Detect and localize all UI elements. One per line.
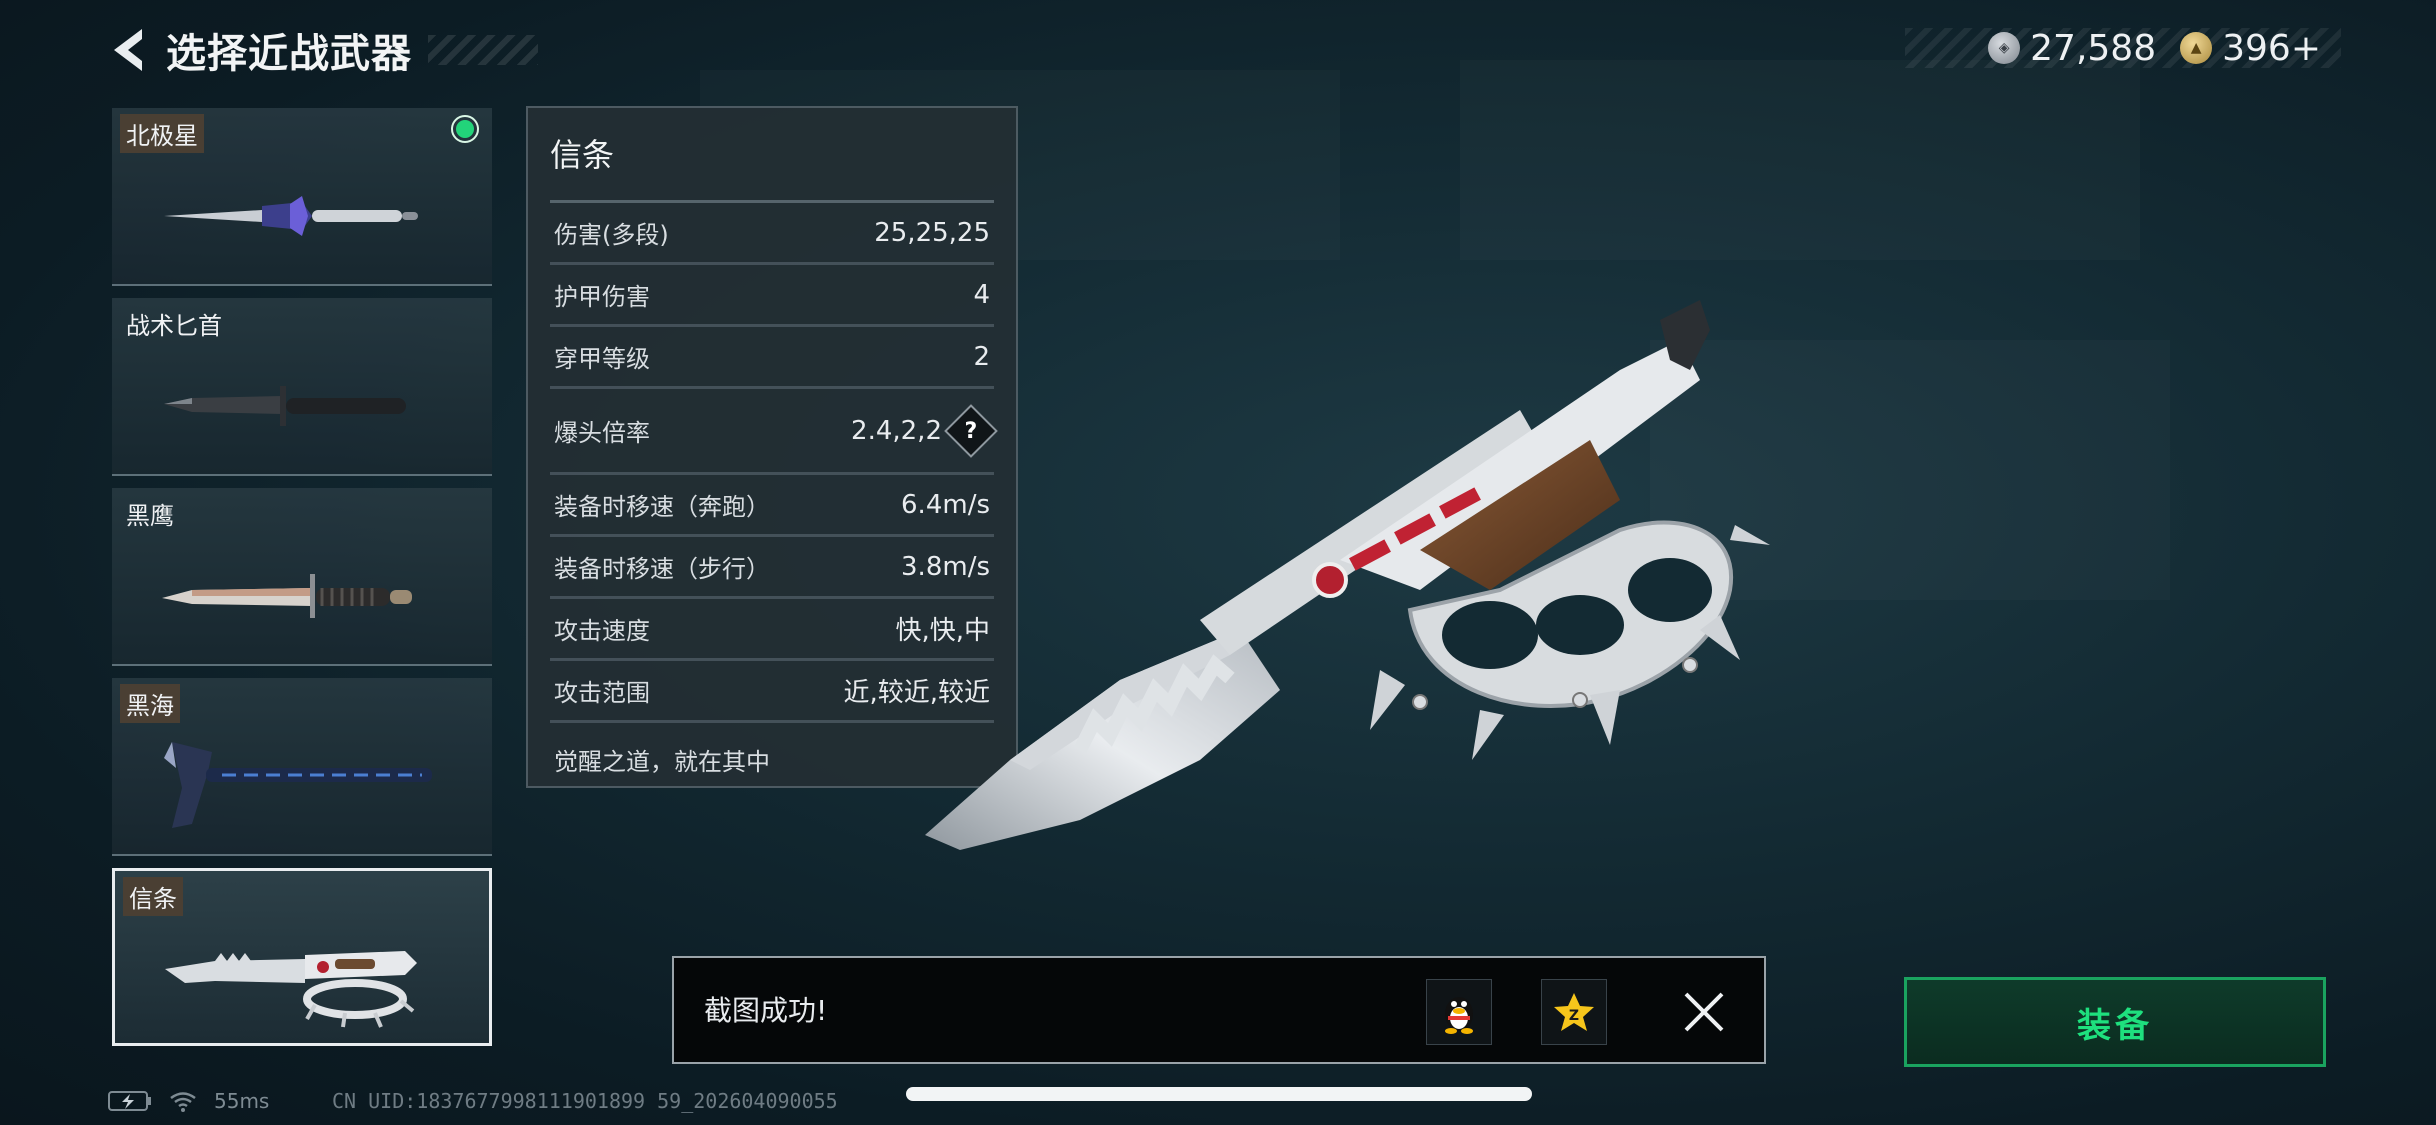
black-hawk-knife-image [162, 574, 412, 618]
ping-value: 55ms [214, 1089, 270, 1113]
stats-weapon-name: 信条 [550, 130, 994, 203]
stat-label: 爆头倍率 [554, 419, 650, 447]
share-qq-button[interactable] [1426, 979, 1492, 1045]
creed-knuckle-knife-preview [925, 300, 1770, 850]
weapon-name: 黑鹰 [126, 502, 174, 530]
user-uid: CN UID:1837677998111901899 59_2026040900… [332, 1089, 838, 1113]
back-button[interactable] [108, 22, 156, 78]
polaris-knife-image [164, 196, 418, 236]
status-bar: 55ms [108, 1084, 269, 1118]
silver-coin-amount: 27,588 [2030, 27, 2157, 69]
black-sea-axe-image [164, 742, 432, 828]
weapon-card-black-sea[interactable]: 黑海 [112, 678, 492, 856]
stat-label: 攻击速度 [554, 617, 650, 645]
equipped-indicator-icon [451, 115, 479, 143]
weapon-card-creed[interactable]: 信条 [112, 868, 492, 1046]
stat-label: 穿甲等级 [554, 345, 650, 373]
stat-label: 伤害(多段) [554, 221, 669, 249]
weapon-card-black-hawk[interactable]: 黑鹰 [112, 488, 492, 666]
stat-row-damage: 伤害(多段) 25,25,25 [550, 203, 994, 265]
stat-label: 护甲伤害 [554, 283, 650, 311]
page-title: 选择近战武器 [166, 31, 412, 77]
weapon-name: 黑海 [120, 684, 180, 723]
close-icon [1684, 992, 1724, 1032]
stat-label: 装备时移速（步行） [554, 555, 770, 583]
tactical-dagger-image [164, 386, 406, 426]
weapon-list: 北极星 战术匕首 黑鹰 黑海 信条 [112, 108, 492, 1058]
home-indicator[interactable] [906, 1087, 1532, 1101]
equip-button-label: 装备 [2077, 1005, 2153, 1046]
gold-coin-icon: ▲ [2180, 32, 2213, 64]
weapon-card-tactical-dagger[interactable]: 战术匕首 [112, 298, 492, 476]
battery-charging-icon [108, 1091, 151, 1111]
title-hatch-decoration [428, 35, 538, 65]
qzone-star-icon: Z [1554, 993, 1594, 1031]
creed-knuckle-knife-image [165, 951, 417, 1028]
back-arrow-icon [114, 29, 142, 71]
weapon-name: 信条 [123, 877, 183, 916]
toast-close-button[interactable] [1674, 982, 1734, 1042]
currency-bar: ◈ 27,588 ▲ 396+ [1905, 27, 2341, 69]
page-header: 选择近战武器 [108, 22, 538, 78]
share-qzone-button[interactable]: Z [1541, 979, 1607, 1045]
wifi-icon [170, 1092, 196, 1112]
weapon-name: 战术匕首 [126, 312, 222, 340]
weapon-card-polaris[interactable]: 北极星 [112, 108, 492, 286]
qq-penguin-icon [1445, 997, 1473, 1034]
weapon-name: 北极星 [120, 114, 204, 153]
silver-coin-icon: ◈ [1988, 32, 2021, 64]
stat-label: 攻击范围 [554, 679, 650, 707]
gold-coin-amount[interactable]: 396+ [2222, 28, 2321, 69]
svg-text:Z: Z [1569, 1008, 1579, 1024]
toast-message: 截图成功! [704, 994, 828, 1027]
equip-button[interactable]: 装备 [1904, 977, 2326, 1067]
stat-label: 装备时移速（奔跑） [554, 493, 770, 521]
stat-value: 25,25,25 [874, 217, 990, 248]
background-panel [1460, 60, 2140, 260]
screenshot-toast: 截图成功! Z [672, 956, 1766, 1064]
